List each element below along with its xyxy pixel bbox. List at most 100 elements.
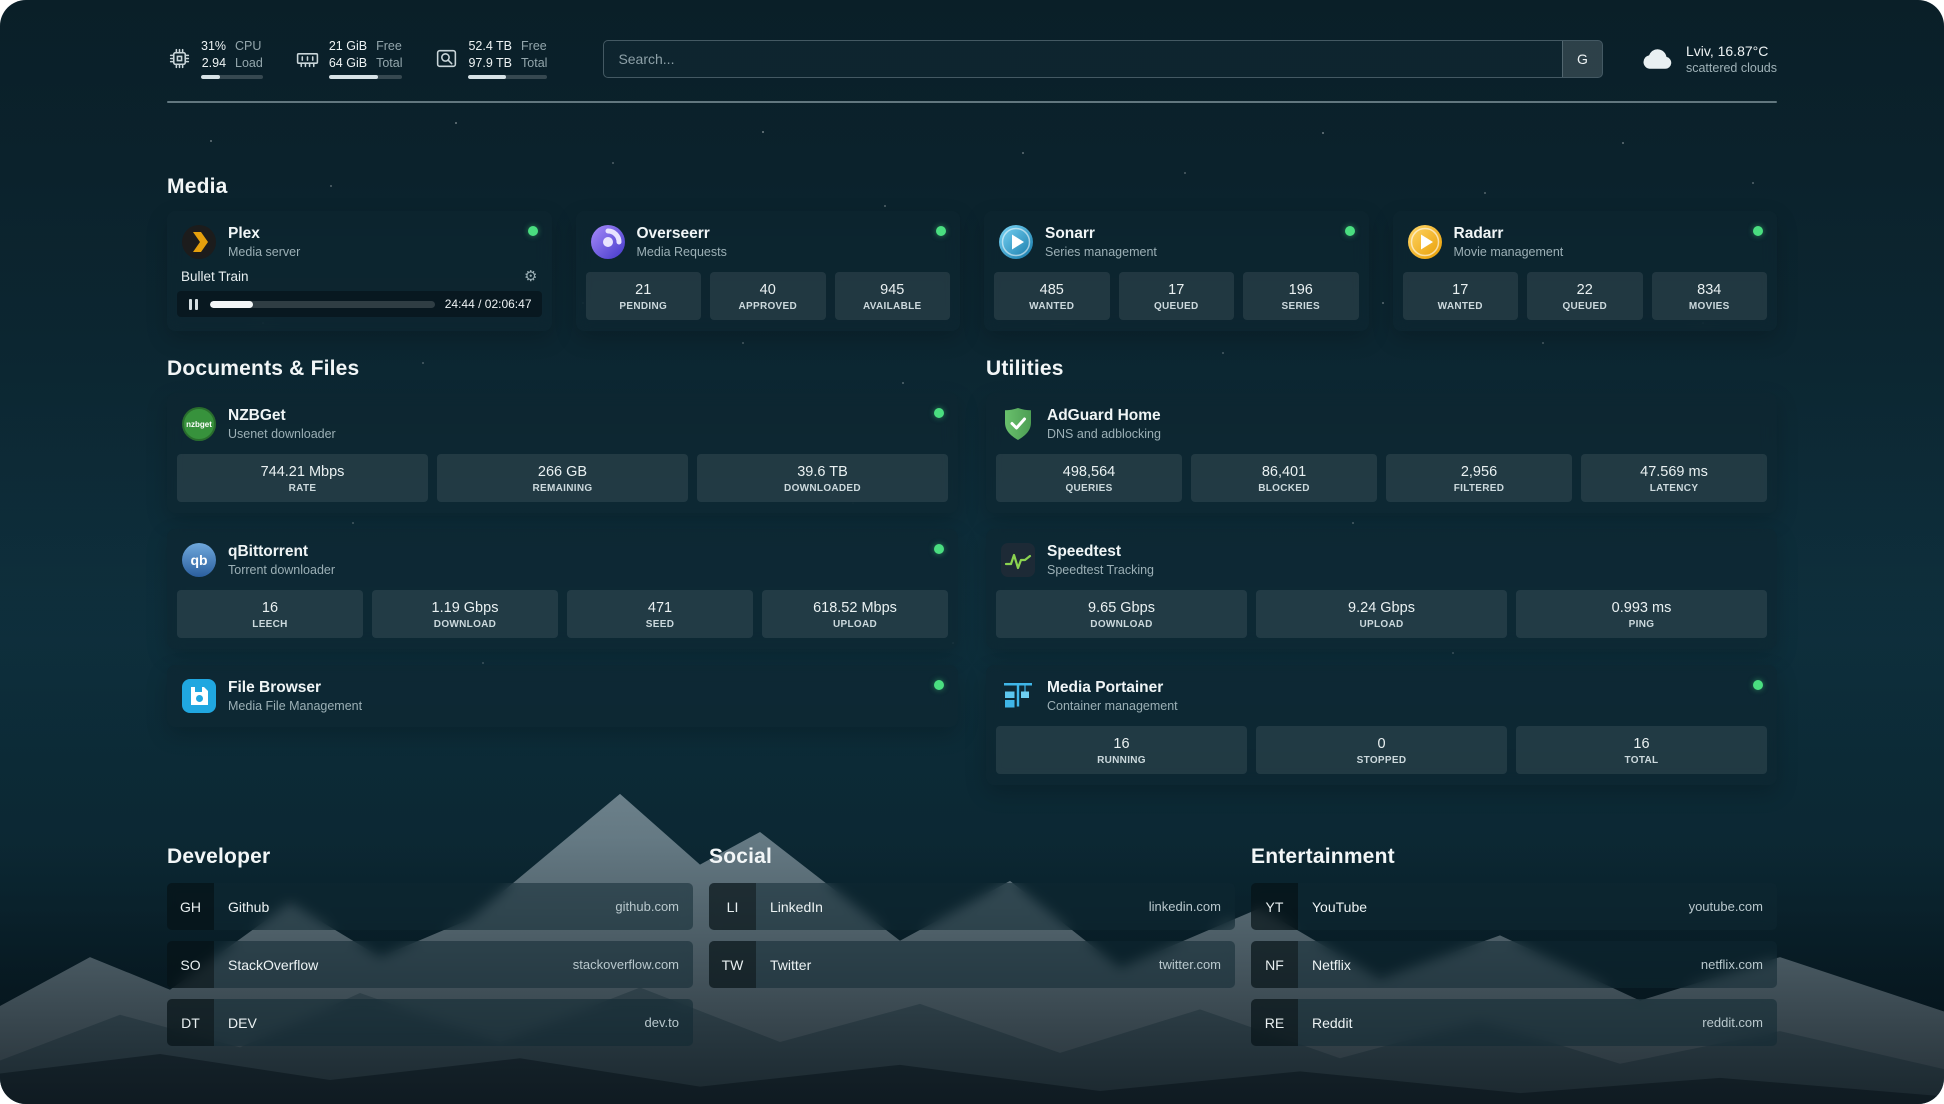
status-dot (1753, 680, 1763, 690)
stat-label: PENDING (590, 301, 698, 312)
media-grid: Plex Media server Bullet Train ⚙ 24:44 /… (167, 211, 1777, 331)
disk-total-value: 97.9 TB (468, 55, 512, 71)
memory-total-value: 64 GiB (329, 55, 367, 71)
stat-label: REMAINING (441, 483, 684, 494)
service-card-sonarr: Sonarr Series management 485 WANTED 17 Q… (984, 211, 1369, 331)
service-desc: Torrent downloader (228, 563, 335, 577)
stat-value: 47.569 ms (1585, 463, 1763, 481)
cpu-usage-label: CPU (235, 38, 263, 54)
status-dot (1345, 226, 1355, 236)
stat-total: 16 TOTAL (1516, 726, 1767, 774)
stat-value: 17 (1123, 281, 1231, 299)
stat-label: BLOCKED (1195, 483, 1373, 494)
service-link-qbittorrent[interactable]: qb qBittorrent Torrent downloader (167, 529, 958, 587)
column-utilities: Utilities AdGuard Home DNS and adblockin… (986, 357, 1777, 801)
qbittorrent-icon: qb (181, 542, 217, 578)
service-link-filebrowser[interactable]: File Browser Media File Management (167, 665, 958, 727)
top-bar: 31% CPU 2.94 Load 21 (167, 38, 1777, 79)
stat-value: 618.52 Mbps (766, 599, 944, 617)
service-link-speedtest[interactable]: Speedtest Speedtest Tracking (986, 529, 1777, 587)
bookmark-url: twitter.com (1159, 941, 1235, 988)
service-link-adguard[interactable]: AdGuard Home DNS and adblocking (986, 393, 1777, 451)
stat-value: 744.21 Mbps (181, 463, 424, 481)
search-engine-button[interactable]: G (1562, 41, 1602, 77)
status-dot (934, 408, 944, 418)
section-title-social: Social (709, 845, 1235, 869)
cpu-load-value: 2.94 (201, 55, 226, 71)
bookmark-github[interactable]: GH Github github.com (167, 883, 693, 930)
bookmark-name: StackOverflow (214, 941, 318, 988)
stat-label: WANTED (998, 301, 1106, 312)
service-link-overseerr[interactable]: Overseerr Media Requests (576, 211, 961, 269)
service-card-nzbget: nzbget NZBGet Usenet downloader 744.21 M… (167, 393, 958, 513)
stat-upload: 618.52 Mbps UPLOAD (762, 590, 948, 638)
stat-value: 16 (1520, 735, 1763, 753)
stat-value: 0 (1260, 735, 1503, 753)
stat-value: 9.24 Gbps (1260, 599, 1503, 617)
resource-widget-memory: 21 GiB Free 64 GiB Total (295, 38, 403, 79)
column-documents: Documents & Files nzbget NZBGet Usenet d… (167, 357, 958, 743)
now-playing-row: Bullet Train ⚙ (167, 269, 552, 291)
bookmark-linkedin[interactable]: LI LinkedIn linkedin.com (709, 883, 1235, 930)
bookmark-url: netflix.com (1701, 941, 1777, 988)
disk-free-label: Free (521, 38, 547, 54)
service-name: NZBGet (228, 407, 336, 425)
stat-running: 16 RUNNING (996, 726, 1247, 774)
stat-movies: 834 MOVIES (1652, 272, 1768, 320)
stat-value: 17 (1407, 281, 1515, 299)
service-link-portainer[interactable]: Media Portainer Container management (986, 665, 1777, 723)
stat-label: RATE (181, 483, 424, 494)
stat-value: 485 (998, 281, 1106, 299)
service-card-plex: Plex Media server Bullet Train ⚙ 24:44 /… (167, 211, 552, 331)
bookmark-reddit[interactable]: RE Reddit reddit.com (1251, 999, 1777, 1046)
search-input[interactable] (604, 41, 1562, 77)
stat-seed: 471 SEED (567, 590, 753, 638)
dashboard-frame: 31% CPU 2.94 Load 21 (0, 0, 1944, 1104)
radarr-icon (1407, 224, 1443, 260)
bookmark-twitter[interactable]: TW Twitter twitter.com (709, 941, 1235, 988)
topbar-divider (167, 101, 1777, 103)
stat-value: 40 (714, 281, 822, 299)
status-dot (936, 226, 946, 236)
bookmark-dev[interactable]: DT DEV dev.to (167, 999, 693, 1046)
stat-rate: 744.21 Mbps RATE (177, 454, 428, 502)
bookmark-name: DEV (214, 999, 257, 1046)
service-name: Plex (228, 225, 300, 243)
memory-total-label: Total (376, 55, 402, 71)
resource-widget-cpu: 31% CPU 2.94 Load (167, 38, 263, 79)
stat-queued: 22 QUEUED (1527, 272, 1643, 320)
stat-value: 0.993 ms (1520, 599, 1763, 617)
stat-value: 471 (571, 599, 749, 617)
two-column-section: Documents & Files nzbget NZBGet Usenet d… (167, 357, 1777, 801)
stat-upload: 9.24 Gbps UPLOAD (1256, 590, 1507, 638)
stat-value: 196 (1247, 281, 1355, 299)
service-link-radarr[interactable]: Radarr Movie management (1393, 211, 1778, 269)
service-link-nzbget[interactable]: nzbget NZBGet Usenet downloader (167, 393, 958, 451)
bookmark-youtube[interactable]: YT YouTube youtube.com (1251, 883, 1777, 930)
playback-progress-bar[interactable] (210, 301, 435, 308)
pause-icon[interactable] (187, 298, 200, 311)
stat-latency: 47.569 ms LATENCY (1581, 454, 1767, 502)
bookmark-abbr: YT (1251, 883, 1298, 930)
stat-value: 2,956 (1390, 463, 1568, 481)
section-title-documents: Documents & Files (167, 357, 958, 381)
section-title-utilities: Utilities (986, 357, 1777, 381)
service-desc: Media File Management (228, 699, 362, 713)
bookmark-netflix[interactable]: NF Netflix netflix.com (1251, 941, 1777, 988)
service-name: Speedtest (1047, 543, 1154, 561)
search-bar: G (603, 40, 1603, 78)
filebrowser-icon (181, 678, 217, 714)
bookmark-url: stackoverflow.com (573, 941, 693, 988)
service-card-speedtest: Speedtest Speedtest Tracking 9.65 Gbps D… (986, 529, 1777, 649)
bookmark-url: youtube.com (1689, 883, 1777, 930)
bookmarks-section: Developer GH Github github.com SO StackO… (167, 845, 1777, 1057)
stat-series: 196 SERIES (1243, 272, 1359, 320)
settings-gear-icon[interactable]: ⚙ (524, 269, 537, 284)
bookmark-url: dev.to (645, 999, 693, 1046)
stat-stopped: 0 STOPPED (1256, 726, 1507, 774)
service-link-plex[interactable]: Plex Media server (167, 211, 552, 269)
bookmark-stackoverflow[interactable]: SO StackOverflow stackoverflow.com (167, 941, 693, 988)
bookmark-name: YouTube (1298, 883, 1367, 930)
stat-pending: 21 PENDING (586, 272, 702, 320)
service-link-sonarr[interactable]: Sonarr Series management (984, 211, 1369, 269)
